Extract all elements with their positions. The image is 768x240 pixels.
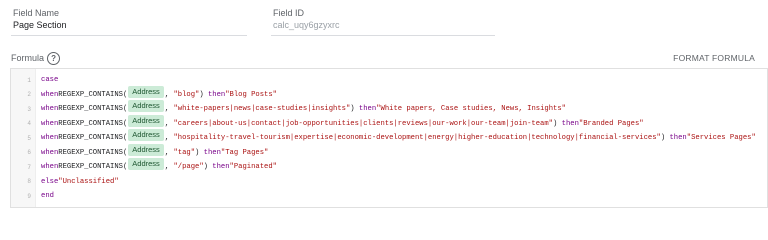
keyword: when [41,105,59,113]
function-name: REGEXP_CONTAINS( [58,90,128,99]
field-chip[interactable]: Address [128,143,164,156]
line-number: 10 [11,207,31,208]
formula-label-group: Formula ? [11,51,61,65]
keyword: case [41,76,59,84]
keyword: then [212,163,230,171]
function-name: REGEXP_CONTAINS( [58,119,128,128]
result-string: "Services Pages" [686,134,756,142]
result-string: "Unclassified" [58,177,119,186]
code-content: end [41,192,54,200]
regex-pattern: "tag" [173,148,196,157]
argument-separator: , [164,134,174,142]
keyword: then [203,148,221,157]
result-string: "White papers, Case studies, News, Insig… [376,105,566,113]
code-content: when REGEXP_CONTAINS(Address, "/page") t… [41,158,277,173]
argument-separator: , [164,148,174,157]
code-line: 1 case [11,73,767,87]
keyword: else [41,177,59,186]
line-number: 1 [27,76,31,84]
code-content: else "Unclassified" [41,178,119,186]
result-string: "Branded Pages" [578,119,644,128]
function-name: REGEXP_CONTAINS( [58,105,128,113]
line-number: 9 [27,192,31,200]
closing-paren: ) [553,119,562,128]
format-formula-button[interactable]: FORMAT FORMULA [673,53,755,63]
line-number: 3 [27,105,31,113]
help-icon[interactable]: ? [47,51,61,65]
regex-pattern: "/page" [173,163,204,171]
keyword: when [41,148,59,157]
code-content: when REGEXP_CONTAINS(Address, "blog") th… [41,85,277,101]
code-line: 5 when REGEXP_CONTAINS(Address, "hospital… [11,129,767,145]
keyword: when [41,119,59,128]
regex-pattern: "blog" [173,90,200,99]
field-chip[interactable]: Address [128,85,164,98]
code-content: when REGEXP_CONTAINS(Address, "careers|a… [41,114,644,130]
keyword: then [669,134,687,142]
keyword: then [358,105,377,113]
field-chip[interactable]: Address [128,129,164,141]
line-number: 6 [27,149,31,156]
line-number: 8 [27,178,31,185]
regex-pattern: "careers|about-us|contact|job-opportunit… [173,119,553,128]
code-line: 8 else "Unclassified" [11,175,767,189]
field-chip[interactable]: Address [128,100,164,112]
code-line: 9 end [11,189,767,203]
code-content: when REGEXP_CONTAINS(Address, "hospitali… [41,129,756,144]
line-number: 7 [27,163,31,171]
function-name: REGEXP_CONTAINS( [58,148,128,157]
formula-header: Formula ? FORMAT FORMULA [11,50,755,66]
code-line: 3 when REGEXP_CONTAINS(Address, "white-pa… [11,100,767,116]
code-content: when REGEXP_CONTAINS(Address, "tag") the… [41,143,269,159]
result-string: "Blog Posts" [225,90,277,99]
closing-paren: ) [199,90,208,99]
field-name-label: Field Name [13,8,60,18]
field-id-value: calc_uqy6gzyxrc [273,20,340,30]
regex-pattern: "hospitality-travel-tourism|expertise|ec… [173,134,661,142]
regex-pattern: "white-papers|news|case-studies|insights… [173,105,351,113]
argument-separator: , [164,90,174,99]
closing-paren: ) [350,105,359,113]
result-string: "Tag Pages" [220,148,269,157]
field-name-input[interactable]: Page Section [13,20,67,30]
argument-separator: , [164,163,174,171]
field-id-underline [271,35,495,36]
function-name: REGEXP_CONTAINS( [58,134,128,142]
code-line: 10 [11,204,767,208]
line-number: 4 [27,120,31,127]
code-line: 4 when REGEXP_CONTAINS(Address, "careers|… [11,114,767,131]
keyword: then [207,90,226,99]
field-chip[interactable]: Address [128,158,164,170]
formula-label: Formula [11,53,45,63]
field-chip[interactable]: Address [128,114,164,127]
field-name-underline [11,35,247,36]
keyword: end [41,192,54,200]
keyword: when [41,134,59,142]
code-line: 2 when REGEXP_CONTAINS(Address, "blog") t… [11,85,767,102]
keyword: when [41,90,59,99]
code-line: 6 when REGEXP_CONTAINS(Address, "tag") th… [11,143,767,160]
code-content: when REGEXP_CONTAINS(Address, "white-pap… [41,100,566,115]
closing-paren: ) [203,163,213,171]
keyword: then [561,119,579,128]
argument-separator: , [164,105,174,113]
field-id-label: Field ID [273,8,305,18]
code-content: case [41,76,58,84]
argument-separator: , [164,119,174,128]
closing-paren: ) [660,134,670,142]
function-name: REGEXP_CONTAINS( [58,163,128,171]
keyword: when [41,163,59,171]
formula-editor[interactable]: 1 case 2 when REGEXP_CONTAINS(Address, "blo… [10,68,768,208]
code-line: 7 when REGEXP_CONTAINS(Address, "/page") … [11,158,767,174]
line-number: 5 [27,134,31,142]
result-string: "Paginated" [229,163,277,171]
line-number: 2 [27,91,31,98]
closing-paren: ) [195,148,204,157]
